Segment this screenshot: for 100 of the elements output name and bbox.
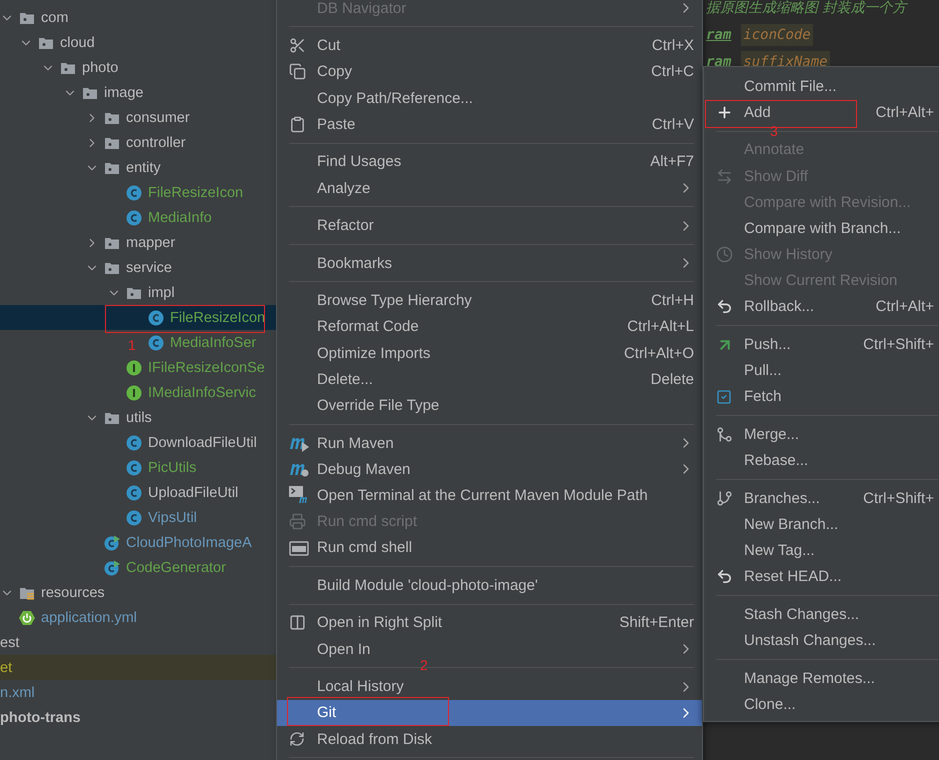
tree-label[interactable]: resources (41, 584, 105, 600)
tree-label[interactable]: CodeGenerator (126, 560, 226, 576)
tree-label[interactable]: n.xml (0, 684, 35, 700)
tree-label[interactable]: VipsUtil (148, 510, 197, 526)
menu-item[interactable]: Analyze (277, 174, 702, 202)
tree-label[interactable]: impl (148, 284, 175, 300)
menu-item[interactable]: Branches... Ctrl+Shift+ (704, 485, 939, 512)
menu-item[interactable]: Open Terminal at the Current Maven Module Path (277, 482, 702, 509)
menu-item[interactable]: Reload from Disk (277, 726, 702, 752)
tree-label[interactable]: FileResizeIcon (148, 184, 244, 200)
param-tag: ram (706, 26, 732, 42)
menu-item[interactable]: Reformat Code Ctrl+Alt+L (277, 314, 702, 340)
printer-icon (289, 513, 306, 530)
menu-item[interactable]: Build Module 'cloud-photo-image' (277, 572, 702, 598)
tree-label[interactable]: est (0, 634, 20, 650)
menu-item[interactable]: Rollback... Ctrl+Alt+ (704, 294, 939, 320)
menu-item[interactable]: Git (277, 700, 702, 726)
menu-item[interactable]: Cut Ctrl+X (277, 32, 702, 59)
tree-label[interactable]: UploadFileUtil (148, 484, 238, 500)
class-icon (126, 434, 142, 450)
split-view-icon (289, 614, 306, 632)
tree-label[interactable]: FileResizeIcon (170, 310, 266, 326)
menu-item[interactable]: Delete... Delete (277, 366, 702, 392)
menu-item[interactable]: Push... Ctrl+Shift+ (704, 331, 939, 358)
menu-item[interactable]: Open in Right Split Shift+Enter (277, 610, 702, 636)
tree-label[interactable]: photo (82, 60, 118, 76)
tree-label[interactable]: cloud (60, 34, 95, 50)
menu-item[interactable]: Local History (277, 674, 702, 700)
menu-item[interactable]: Compare with Branch... (704, 215, 939, 242)
menu-item[interactable]: Merge... (704, 421, 939, 448)
class-icon (148, 334, 164, 350)
menu-item[interactable]: Refactor (277, 212, 702, 239)
step-number: 2 (420, 660, 428, 671)
tree-label[interactable]: entity (126, 160, 161, 176)
tree-label[interactable]: CloudPhotoImageA (126, 534, 252, 550)
tree-label[interactable]: utils (126, 410, 152, 426)
runnable-class-icon (104, 534, 120, 550)
menu-item[interactable]: Optimize Imports Ctrl+Alt+O (277, 340, 702, 366)
diff-arrows-icon (716, 168, 733, 185)
menu-item[interactable]: Debug Maven (277, 456, 702, 482)
interface-icon (126, 360, 142, 376)
step-number: 1 (128, 340, 136, 351)
plus-icon (716, 104, 733, 121)
branch-icon (716, 490, 733, 507)
clock-icon (716, 246, 733, 264)
tree-label[interactable]: service (126, 260, 172, 276)
fetch-check-icon (716, 388, 732, 405)
menu-item[interactable]: Bookmarks (277, 250, 702, 276)
menu-item[interactable]: Add Ctrl+Alt+ (704, 99, 939, 126)
scissors-icon (289, 37, 306, 54)
menu-item[interactable]: Unstash Changes... (704, 628, 939, 654)
tree-label[interactable]: PicUtils (148, 460, 196, 476)
menu-item[interactable]: Override File Type (277, 392, 702, 419)
menu-item[interactable]: Run Maven (277, 430, 702, 456)
tree-label[interactable]: mapper (126, 234, 176, 250)
tree-label[interactable]: IMediaInfoServic (148, 384, 256, 400)
menu-item[interactable]: Rebase... (704, 448, 939, 474)
class-icon (126, 484, 142, 500)
tree-label[interactable]: photo-trans (0, 710, 81, 726)
excluded-tree-row[interactable]: et (0, 655, 276, 680)
tree-label[interactable]: et (0, 660, 12, 676)
menu-item[interactable]: New Tag... (704, 538, 939, 564)
menu-item[interactable]: Stash Changes... (704, 601, 939, 628)
spring-config-icon (19, 610, 35, 626)
menu-item[interactable]: Manage Remotes... (704, 665, 939, 692)
clipboard-icon (289, 116, 306, 133)
tree-label[interactable]: consumer (126, 110, 190, 126)
command-window-icon (289, 538, 309, 557)
param-tag: ram (706, 54, 732, 70)
menu-item[interactable]: Find Usages Alt+F7 (277, 148, 702, 175)
tree-label[interactable]: DownloadFileUtil (148, 434, 257, 450)
tree-label[interactable]: application.yml (41, 610, 137, 626)
class-icon (148, 310, 164, 326)
menu-item[interactable]: Pull... (704, 358, 939, 384)
tree-label[interactable]: MediaInfoSer (170, 334, 256, 350)
terminal-icon (289, 486, 309, 504)
menu-item[interactable]: Copy Ctrl+C (277, 58, 702, 85)
menu-item[interactable]: Clone... (704, 691, 939, 718)
class-icon (126, 460, 142, 476)
interface-icon (126, 384, 142, 400)
merge-icon (716, 426, 733, 444)
class-icon (126, 210, 142, 226)
tree-label[interactable]: image (104, 84, 144, 100)
param-name: iconCode (741, 24, 813, 46)
menu-item[interactable]: Paste Ctrl+V (277, 111, 702, 138)
tree-label[interactable]: IFileResizeIconSe (148, 360, 265, 376)
menu-item[interactable]: Reset HEAD... (704, 564, 939, 590)
menu-item[interactable]: Fetch (704, 384, 939, 410)
menu-item[interactable]: Browse Type Hierarchy Ctrl+H (277, 288, 702, 314)
tree-label[interactable]: MediaInfo (148, 210, 212, 226)
selected-tree-row[interactable]: FileResizeIcon (0, 305, 276, 330)
menu-item[interactable]: Commit File... (704, 73, 939, 100)
copy-icon (289, 63, 306, 80)
menu-item[interactable]: Run cmd shell (277, 534, 702, 561)
tree-label[interactable]: com (41, 10, 68, 26)
menu-item[interactable]: Copy Path/Reference... (277, 84, 702, 112)
tree-label[interactable]: controller (126, 134, 186, 150)
class-icon (126, 510, 142, 526)
undo-arrow-icon (716, 298, 733, 316)
menu-item[interactable]: New Branch... (704, 511, 939, 538)
